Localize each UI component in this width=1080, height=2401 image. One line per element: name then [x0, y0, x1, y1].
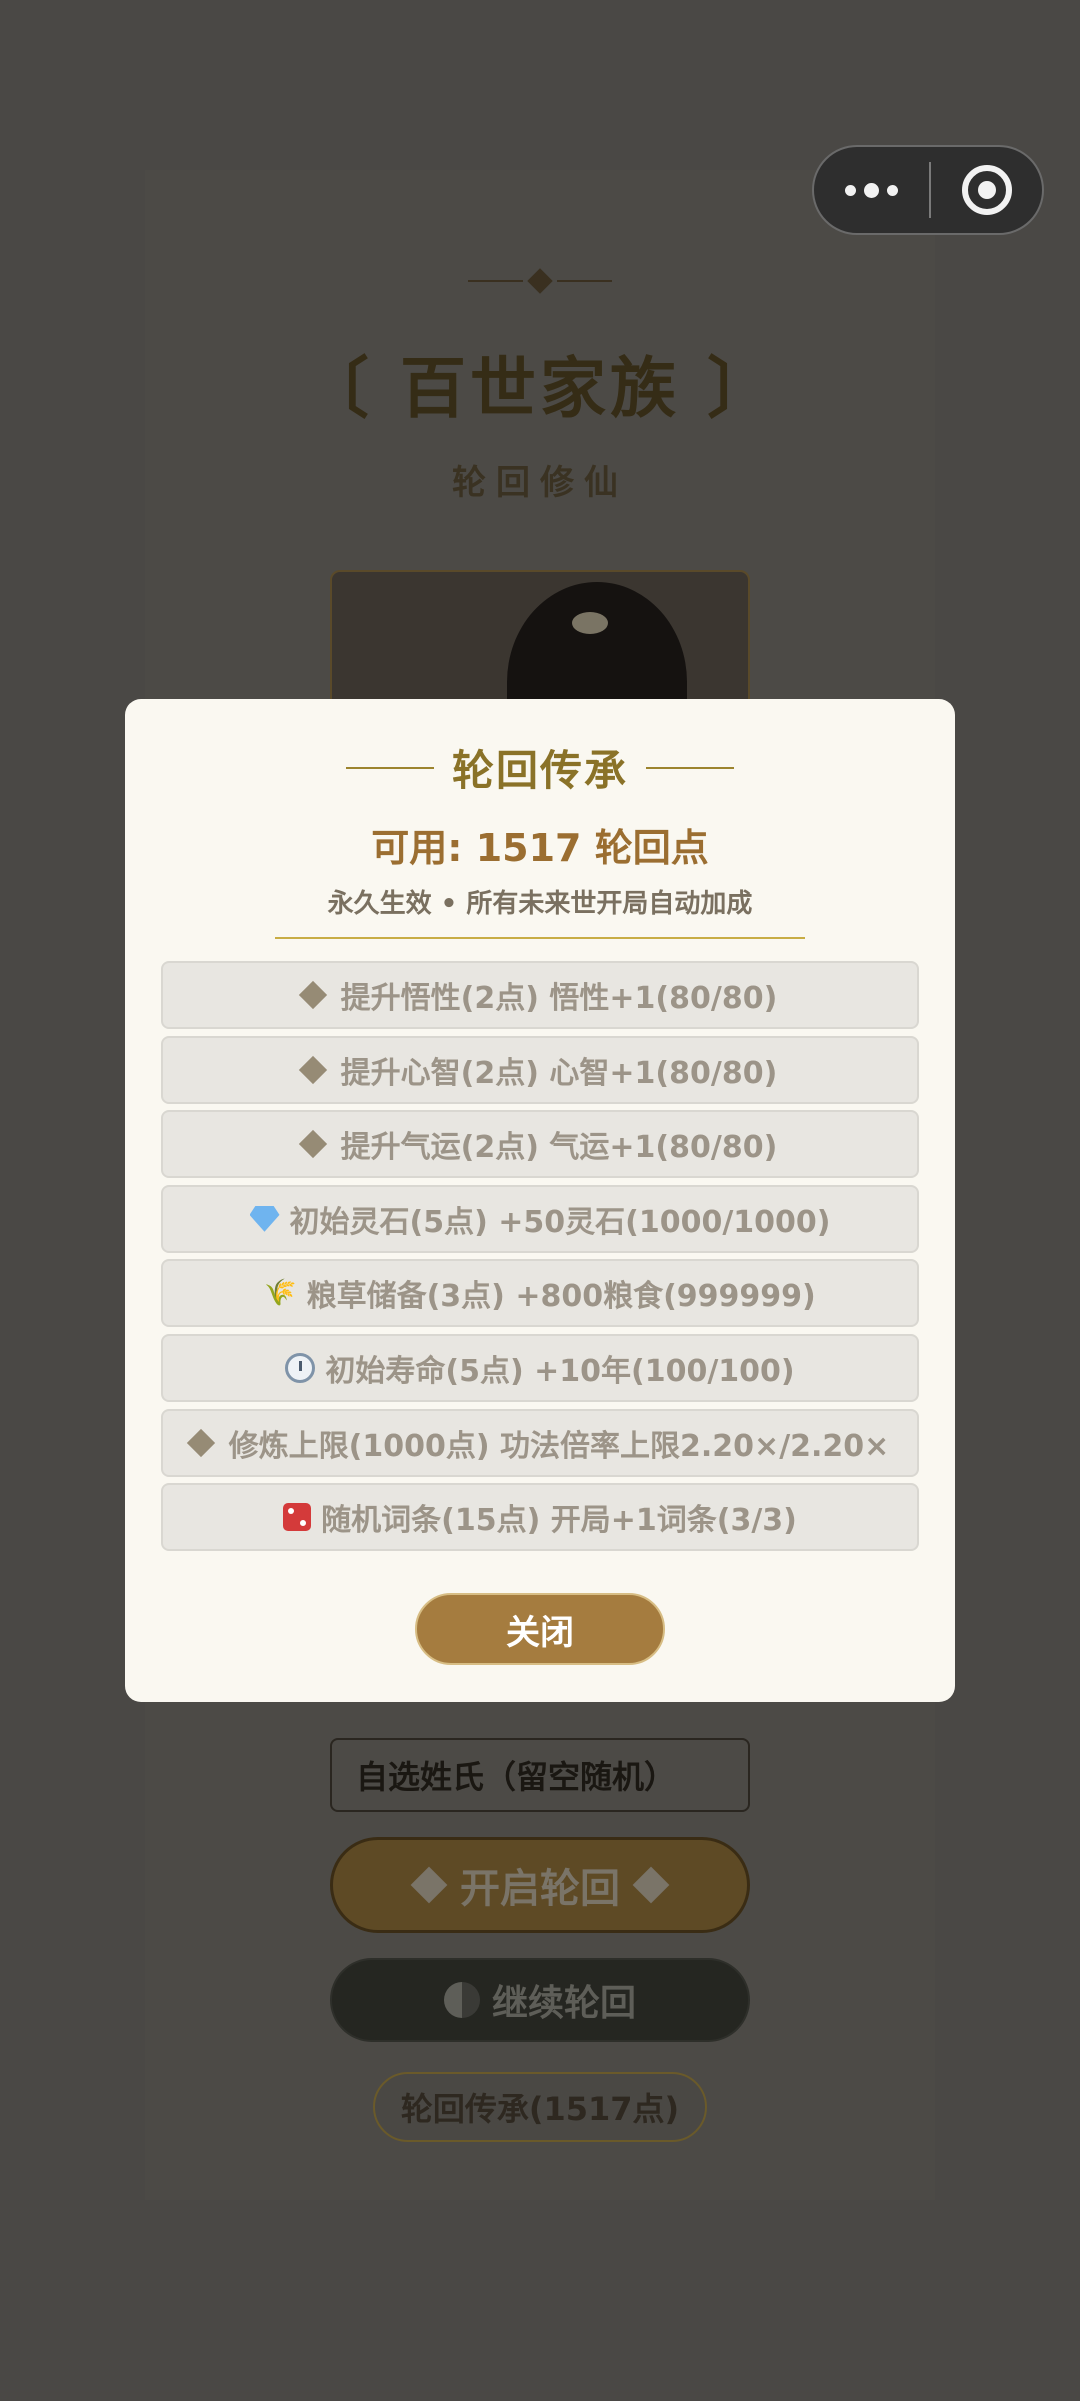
modal-note: 永久生效 • 所有未来世开局自动加成: [327, 889, 753, 919]
continue-reincarnation-label: 继续轮回: [491, 1983, 636, 2024]
option-label: 随机词条(15点) 开局+1词条(3/3): [321, 1503, 797, 1539]
diamond-icon: [410, 1866, 448, 1904]
option-label: 初始寿命(5点) +10年(100/100): [325, 1353, 795, 1389]
modal-title-text: 轮回传承: [451, 746, 628, 795]
diamond-icon: [298, 1055, 327, 1084]
diamond-icon: [298, 1130, 327, 1159]
modal-divider: [275, 937, 805, 939]
character-portrait: [330, 570, 750, 720]
option-spirit-stones[interactable]: 初始灵石(5点) +50灵石(1000/1000): [161, 1184, 919, 1253]
diamond-icon: [298, 980, 327, 1010]
option-random-trait[interactable]: 随机词条(15点) 开局+1词条(3/3): [161, 1483, 919, 1552]
option-mind[interactable]: 提升心智(2点) 心智+1(80/80): [161, 1035, 919, 1104]
option-label: 提升心智(2点) 心智+1(80/80): [340, 1055, 778, 1091]
option-luck[interactable]: 提升气运(2点) 气运+1(80/80): [161, 1110, 919, 1179]
close-target-icon[interactable]: [931, 165, 1042, 215]
gem-icon: [249, 1205, 280, 1232]
clock-icon: [285, 1352, 316, 1383]
surname-input[interactable]: 自选姓氏（留空随机）: [330, 1738, 750, 1812]
more-icon[interactable]: [814, 182, 929, 198]
option-label: 粮草储备(3点) +800粮食(999999): [306, 1279, 816, 1315]
modal-title: 轮回传承: [125, 737, 955, 798]
diamond-icon: [632, 1866, 670, 1904]
page-title: 〔 百世家族 〕: [303, 350, 777, 427]
close-button[interactable]: 关闭: [415, 1593, 665, 1665]
continue-reincarnation-button[interactable]: 继续轮回: [330, 1958, 750, 2042]
option-label: 提升悟性(2点) 悟性+1(80/80): [340, 981, 778, 1016]
option-label: 提升气运(2点) 气运+1(80/80): [340, 1130, 778, 1166]
legacy-button[interactable]: 轮回传承(1517点): [373, 2072, 707, 2142]
option-cultivation-cap[interactable]: 修炼上限(1000点) 功法倍率上限2.20×/2.20×: [161, 1408, 919, 1477]
option-label: 修炼上限(1000点) 功法倍率上限2.20×/2.20×: [228, 1428, 890, 1464]
title-ornament: [465, 266, 615, 296]
grain-icon: 🌾: [264, 1278, 297, 1309]
upgrade-options: 提升悟性(2点) 悟性+1(80/80) 提升心智(2点) 心智+1(80/80…: [161, 961, 919, 1558]
page-subtitle: 轮回修仙: [452, 463, 628, 503]
option-label: 初始灵石(5点) +50灵石(1000/1000): [289, 1204, 831, 1240]
start-reincarnation-button[interactable]: 开启轮回: [330, 1837, 750, 1933]
option-lifespan[interactable]: 初始寿命(5点) +10年(100/100): [161, 1333, 919, 1402]
legacy-modal: 轮回传承 可用: 1517 轮回点 永久生效 • 所有未来世开局自动加成 提升悟…: [125, 699, 955, 1702]
start-reincarnation-label: 开启轮回: [460, 1866, 620, 1912]
mini-program-capsule: [812, 145, 1044, 235]
dice-icon: [283, 1503, 312, 1532]
diamond-icon: [186, 1428, 215, 1457]
available-points: 可用: 1517 轮回点: [371, 826, 709, 870]
yin-yang-icon: [443, 1982, 480, 2018]
option-food-reserve[interactable]: 🌾 粮草储备(3点) +800粮食(999999): [161, 1259, 919, 1328]
option-comprehension[interactable]: 提升悟性(2点) 悟性+1(80/80): [161, 961, 919, 1029]
